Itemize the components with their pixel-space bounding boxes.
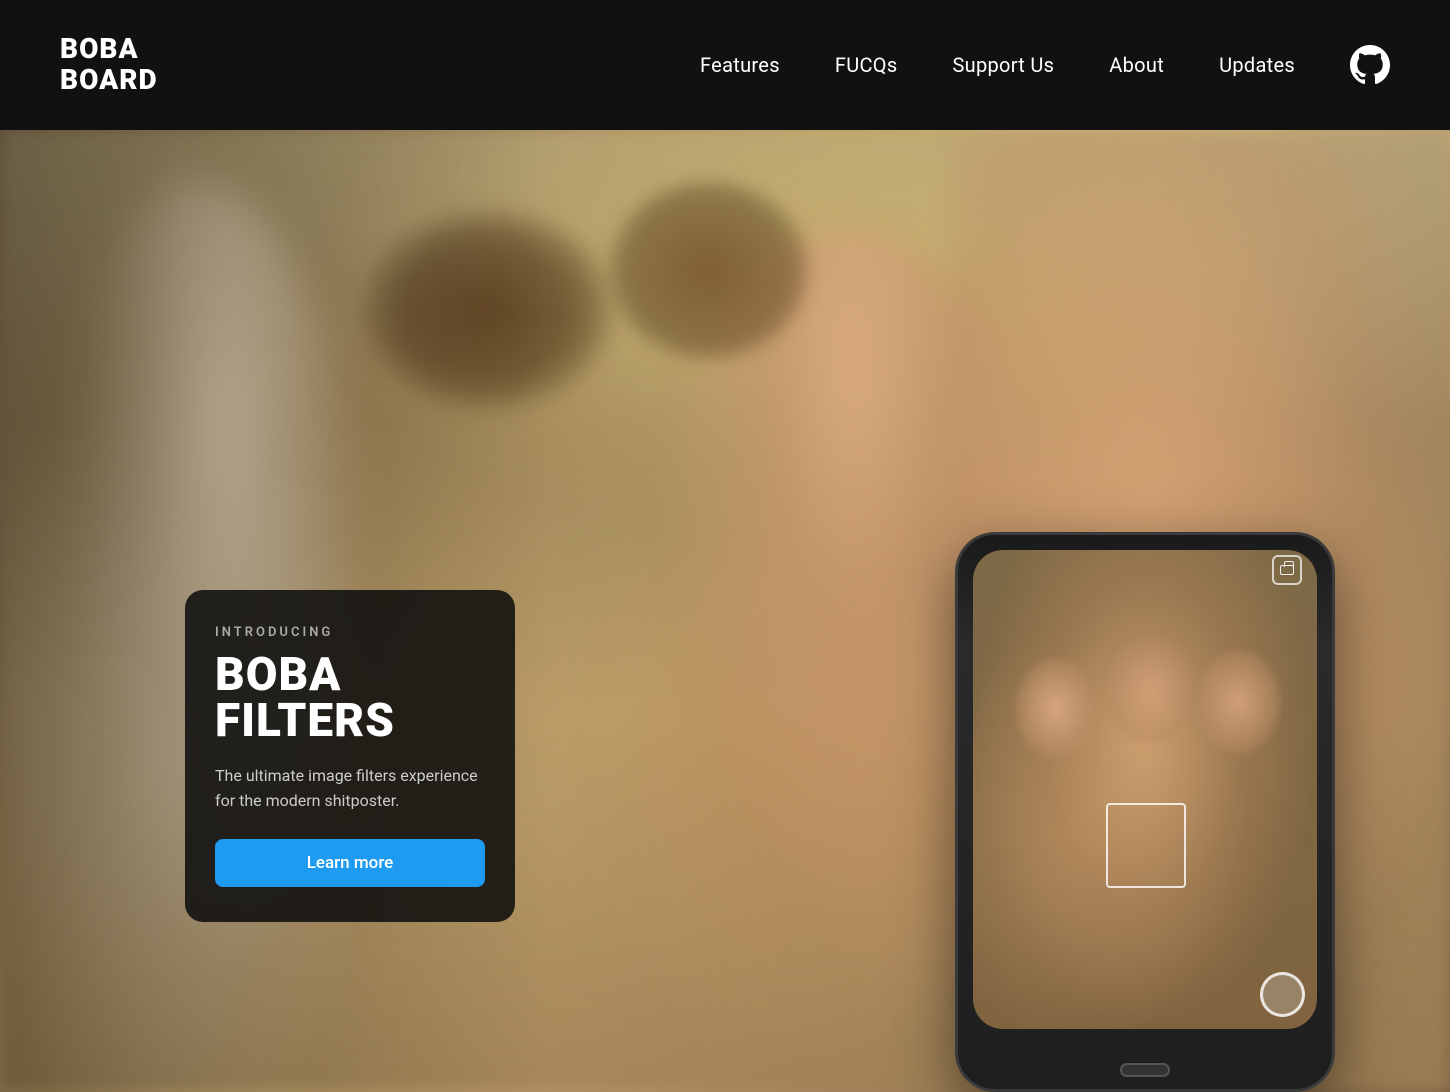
nav-link-fucqs[interactable]: FUCQs bbox=[835, 53, 898, 77]
camera-icon bbox=[1280, 565, 1294, 575]
phone-screen bbox=[973, 550, 1317, 1029]
nav-link-features[interactable]: Features bbox=[700, 53, 780, 77]
nav-link-support-us[interactable]: Support Us bbox=[952, 53, 1054, 77]
logo-text-boba: BOBA bbox=[60, 34, 158, 65]
intro-title: BOBA FILTERS bbox=[215, 652, 485, 744]
phone-screen-content bbox=[973, 550, 1317, 1029]
face-shape-2 bbox=[1106, 636, 1196, 746]
intro-description: The ultimate image filters experience fo… bbox=[215, 764, 485, 814]
nav-link-updates[interactable]: Updates bbox=[1219, 53, 1295, 77]
learn-more-button[interactable]: Learn more bbox=[215, 839, 485, 887]
hero-section: INTRODUCING BOBA FILTERS The ultimate im… bbox=[0, 130, 1450, 1092]
phone-body bbox=[955, 532, 1335, 1092]
face-shape-3 bbox=[1196, 649, 1281, 754]
hair-center-bg bbox=[609, 180, 809, 360]
face-shape-1 bbox=[1015, 658, 1095, 758]
intro-label: INTRODUCING bbox=[215, 625, 485, 640]
title-line2: FILTERS bbox=[215, 694, 395, 748]
logo[interactable]: BOBA BOARD bbox=[60, 34, 158, 96]
github-icon bbox=[1350, 45, 1390, 85]
phone-home-button bbox=[1120, 1063, 1170, 1077]
phone-shutter-button bbox=[1260, 972, 1305, 1017]
nav-link-about[interactable]: About bbox=[1109, 53, 1164, 77]
nav-links: Features FUCQs Support Us About Updates bbox=[700, 45, 1390, 85]
intro-card: INTRODUCING BOBA FILTERS The ultimate im… bbox=[185, 590, 515, 922]
phone-mockup bbox=[920, 492, 1370, 1092]
github-link[interactable] bbox=[1350, 45, 1390, 85]
logo-text-board: BOARD bbox=[60, 65, 158, 96]
phone-face-shapes bbox=[983, 570, 1307, 1009]
navbar: BOBA BOARD Features FUCQs Support Us Abo… bbox=[0, 0, 1450, 130]
face-detection-box bbox=[1106, 803, 1186, 888]
phone-camera-button bbox=[1272, 555, 1302, 585]
